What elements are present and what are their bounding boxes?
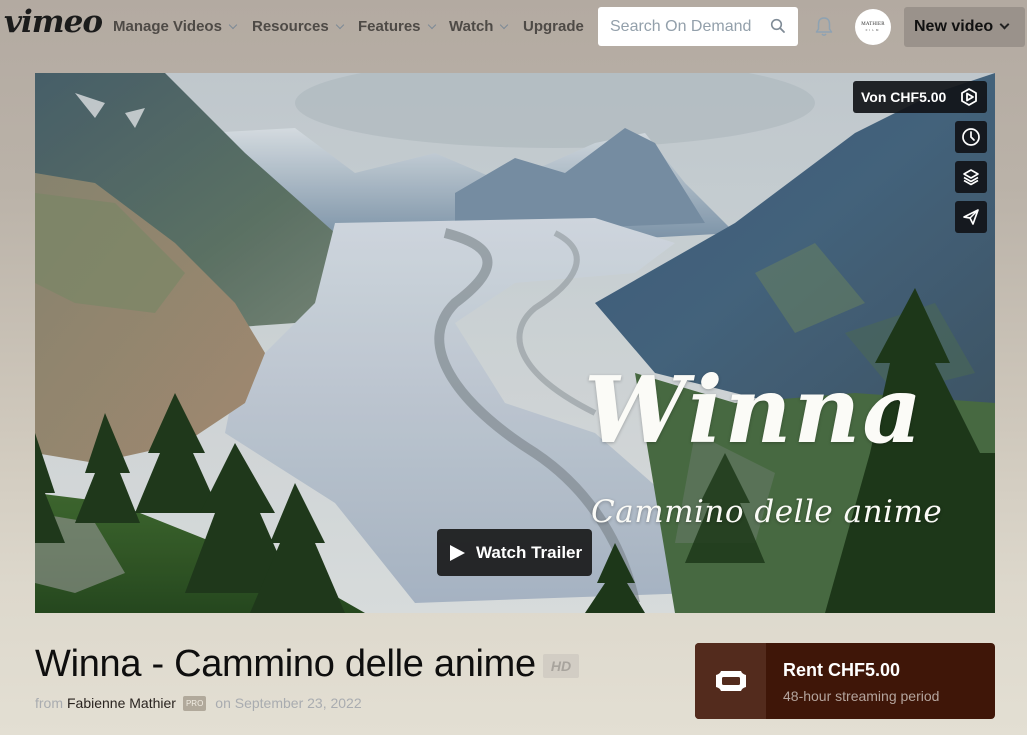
byline: from Fabienne Mathier PRO on September 2… [35, 695, 362, 711]
nav-features[interactable]: Features [358, 18, 436, 35]
share-button[interactable] [955, 201, 987, 233]
new-video-label: New video [914, 18, 994, 35]
video-title: Winna - Cammino delle anime [35, 643, 536, 685]
ticket-icon [715, 671, 746, 691]
from-label: from [35, 695, 63, 711]
nav-features-label: Features [358, 18, 421, 35]
vimeo-logo[interactable]: vimeo [4, 4, 103, 40]
search-box [598, 7, 798, 46]
upload-date: on September 23, 2022 [215, 695, 362, 711]
clock-icon [962, 128, 980, 146]
chevron-down-icon [427, 20, 436, 29]
author-link[interactable]: Fabienne Mathier [67, 695, 176, 711]
chevron-down-icon [500, 20, 509, 29]
chevron-down-icon [228, 20, 238, 29]
nav-upgrade[interactable]: Upgrade [523, 18, 584, 35]
search-icon[interactable] [770, 18, 786, 34]
chevron-down-icon [335, 20, 344, 29]
nav-manage-videos[interactable]: Manage Videos [113, 18, 238, 35]
user-avatar[interactable]: MATHIER FILM [855, 9, 891, 45]
avatar-text-line2: FILM [865, 28, 881, 32]
nav-watch[interactable]: Watch [449, 18, 509, 35]
chevron-down-icon [999, 19, 1010, 30]
hd-badge: HD [543, 654, 579, 678]
rent-button[interactable]: Rent CHF5.00 48-hour streaming period [695, 643, 995, 719]
add-to-collection-button[interactable] [955, 161, 987, 193]
nav-resources-label: Resources [252, 18, 329, 35]
nav-upgrade-label: Upgrade [523, 18, 584, 35]
hero-poster[interactable]: Winna Cammino delle anime Von CHF5.00 Wa… [35, 73, 995, 613]
nav-resources[interactable]: Resources [252, 18, 344, 35]
nav-watch-label: Watch [449, 18, 494, 35]
watch-later-button[interactable] [955, 121, 987, 153]
bell-icon[interactable] [814, 16, 834, 38]
top-navigation: vimeo Manage Videos Resources Features W… [0, 0, 1027, 54]
overlay-film-subtitle: Cammino delle anime [591, 494, 943, 530]
price-pill-label: Von CHF5.00 [861, 89, 947, 105]
new-video-button[interactable]: New video [904, 7, 1025, 47]
layers-icon [963, 169, 979, 186]
rent-subtitle: 48-hour streaming period [783, 688, 940, 704]
overlay-film-title: Winna [584, 356, 925, 464]
search-input[interactable] [610, 17, 760, 36]
watch-trailer-button[interactable]: Watch Trailer [437, 529, 592, 576]
vod-play-icon [961, 88, 977, 106]
price-pill-button[interactable]: Von CHF5.00 [853, 81, 987, 113]
avatar-text-line1: MATHIER [861, 22, 885, 27]
nav-manage-videos-label: Manage Videos [113, 18, 222, 35]
rent-title: Rent CHF5.00 [783, 660, 901, 680]
rent-icon-area [695, 643, 766, 719]
watch-trailer-label: Watch Trailer [476, 542, 583, 562]
play-icon [450, 544, 465, 561]
send-icon [963, 209, 979, 225]
pro-badge: PRO [182, 695, 207, 711]
